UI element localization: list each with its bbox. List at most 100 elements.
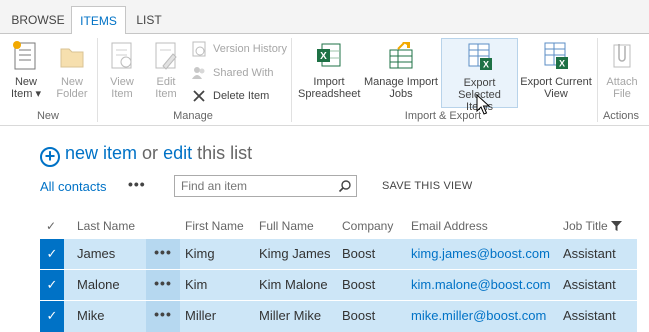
row-checkbox[interactable]: ✓	[40, 270, 64, 300]
new-item-button[interactable]: New Item ▾	[8, 40, 44, 100]
row-menu-ellipsis-icon[interactable]: •••	[146, 301, 180, 332]
cell-job-title: Assistant	[563, 246, 616, 261]
folder-icon	[60, 48, 84, 68]
cell-company: Boost	[342, 277, 376, 292]
import-spreadsheet-label-2: Spreadsheet	[298, 88, 361, 100]
manage-import-jobs-button[interactable]: Manage Import Jobs	[363, 40, 439, 100]
column-header-job-title[interactable]: Job Title	[563, 219, 623, 233]
attach-file-button[interactable]: Attach File	[603, 40, 641, 100]
view-item-label-2: Item	[111, 88, 133, 100]
cell-last-name: Mike	[77, 308, 105, 323]
cell-full-name: Miller Mike	[259, 308, 322, 323]
export-current-view-button[interactable]: X Export Current View	[519, 40, 593, 100]
job-title-label: Job Title	[563, 219, 608, 233]
cell-first-name: Miller	[185, 308, 217, 323]
column-header-full-name[interactable]: Full Name	[259, 219, 314, 233]
title-or: or	[142, 143, 159, 163]
view-item-label-1: View	[110, 76, 134, 88]
edit-item-label-1: Edit	[156, 76, 176, 88]
group-label-manage: Manage	[173, 110, 213, 122]
column-header-email[interactable]: Email Address	[411, 219, 488, 233]
row-menu-ellipsis-icon[interactable]: •••	[146, 239, 180, 269]
new-item-link[interactable]: new item	[65, 143, 137, 163]
row-menu-ellipsis-icon[interactable]: •••	[146, 270, 180, 300]
excel-export-view-icon: X	[544, 42, 568, 69]
cell-first-name: Kimg	[185, 246, 215, 261]
group-label-actions: Actions	[602, 110, 640, 122]
ribbon: New Item ▾ New Folder New View Item Edit…	[0, 34, 649, 126]
edit-link[interactable]: edit	[163, 143, 192, 163]
search-box[interactable]	[174, 175, 357, 197]
shared-with-label: Shared With	[213, 67, 274, 79]
attach-file-label-1: Attach	[606, 76, 638, 88]
table-header: ✓ Last Name First Name Full Name Company…	[40, 212, 637, 238]
save-this-view-button[interactable]: SAVE THIS VIEW	[382, 180, 472, 192]
cell-first-name: Kim	[185, 277, 208, 292]
import-jobs-icon	[389, 42, 413, 69]
new-folder-label-1: New	[60, 76, 83, 88]
export-current-view-label-2: View	[544, 88, 568, 100]
edit-item-button[interactable]: Edit Item	[148, 40, 184, 100]
delete-icon	[193, 90, 205, 102]
cell-last-name: James	[77, 246, 116, 261]
people-icon	[192, 67, 205, 79]
add-circle-icon[interactable]: +	[40, 147, 60, 167]
tab-list[interactable]: LIST	[130, 6, 168, 34]
cell-job-title: Assistant	[563, 277, 616, 292]
group-label-new: New	[36, 110, 59, 122]
excel-import-icon: X	[317, 43, 341, 67]
cell-full-name: Kim Malone	[259, 277, 328, 292]
new-folder-button[interactable]: New Folder	[52, 40, 92, 100]
manage-import-jobs-label-2: Jobs	[389, 88, 413, 100]
column-header-last-name[interactable]: Last Name	[77, 219, 135, 233]
ribbon-tab-bar: BROWSE ITEMS LIST	[0, 0, 649, 35]
search-input[interactable]	[181, 179, 331, 193]
delete-item-button[interactable]: Delete Item	[191, 86, 269, 106]
view-selector-all-contacts[interactable]: All contacts	[40, 179, 106, 194]
table-row[interactable]: ✓ Mike ••• Miller Miller Mike Boost mike…	[40, 301, 637, 332]
row-checkbox[interactable]: ✓	[40, 301, 64, 332]
manage-import-jobs-label-1: Manage Import	[364, 76, 438, 88]
version-history-icon	[192, 41, 206, 57]
import-spreadsheet-label-1: Import	[313, 76, 345, 88]
cell-email-link[interactable]: kimg.james@boost.com	[411, 246, 550, 261]
new-item-icon	[13, 41, 36, 70]
column-header-first-name[interactable]: First Name	[185, 219, 244, 233]
new-item-label-2: Item ▾	[11, 88, 41, 100]
view-menu-ellipsis-icon[interactable]: •••	[128, 176, 146, 192]
cell-full-name: Kimg James	[259, 246, 331, 261]
new-item-label-1: New	[14, 76, 37, 88]
group-label-import-export: Import & Export	[404, 110, 482, 122]
cell-job-title: Assistant	[563, 308, 616, 323]
cell-company: Boost	[342, 246, 376, 261]
version-history-button[interactable]: Version History	[191, 39, 287, 59]
edit-item-label-2: Item	[155, 88, 177, 100]
export-current-view-label-1: Export Current	[520, 76, 592, 88]
row-checkbox[interactable]: ✓	[40, 239, 64, 269]
tab-items[interactable]: ITEMS	[71, 6, 126, 35]
table-row[interactable]: ✓ Malone ••• Kim Kim Malone Boost kim.ma…	[40, 270, 637, 300]
view-item-icon	[111, 42, 132, 69]
tab-browse[interactable]: BROWSE	[8, 6, 68, 34]
svg-text:X: X	[482, 60, 488, 70]
cell-email-link[interactable]: kim.malone@boost.com	[411, 277, 551, 292]
cell-last-name: Malone	[77, 277, 120, 292]
delete-item-label: Delete Item	[213, 90, 270, 102]
paperclip-icon	[613, 44, 631, 68]
select-all-checkbox[interactable]: ✓	[46, 219, 56, 233]
cell-email-link[interactable]: mike.miller@boost.com	[411, 308, 546, 323]
filter-icon[interactable]	[611, 221, 623, 231]
shared-with-button[interactable]: Shared With	[191, 63, 274, 83]
view-item-button[interactable]: View Item	[104, 40, 140, 100]
column-header-company[interactable]: Company	[342, 219, 393, 233]
cell-company: Boost	[342, 308, 376, 323]
attach-file-label-2: File	[613, 88, 631, 100]
table-row[interactable]: ✓ James ••• Kimg Kimg James Boost kimg.j…	[40, 239, 637, 269]
title-rest: this list	[197, 143, 253, 163]
import-spreadsheet-button[interactable]: X Import Spreadsheet	[298, 40, 360, 100]
edit-item-icon	[155, 42, 177, 70]
page-title: + new item or edit this list	[40, 143, 252, 167]
excel-export-selected-icon: X	[468, 43, 492, 70]
search-icon[interactable]	[338, 179, 352, 193]
svg-text:X: X	[320, 51, 327, 62]
